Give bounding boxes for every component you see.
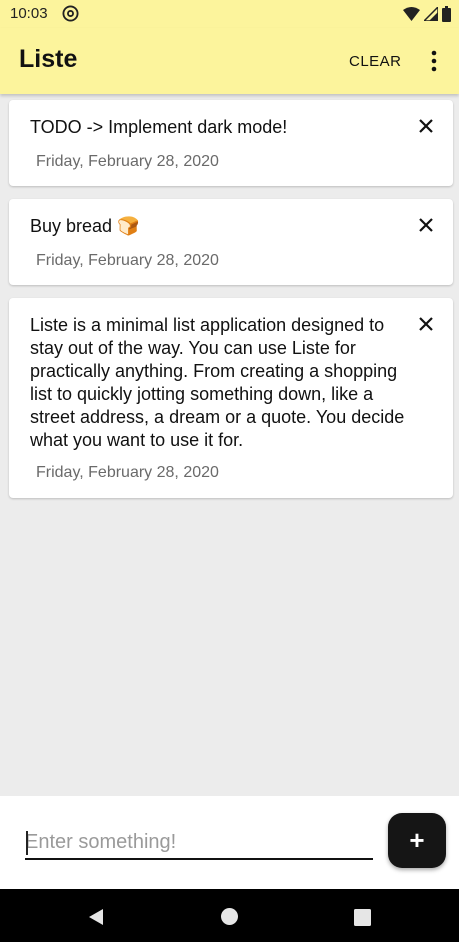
status-bar: 10:03 <box>0 0 459 28</box>
status-time: 10:03 <box>10 5 48 22</box>
clear-button[interactable]: CLEAR <box>345 51 406 72</box>
item-date: Friday, February 28, 2020 <box>36 464 219 481</box>
list-item[interactable]: TODO -> Implement dark mode! Friday, Feb… <box>9 100 453 186</box>
wifi-icon <box>403 7 420 21</box>
list-item[interactable]: Buy bread 🍞 Friday, February 28, 2020 <box>9 199 453 285</box>
at-sign-icon <box>62 5 79 22</box>
item-list[interactable]: TODO -> Implement dark mode! Friday, Feb… <box>4 94 459 796</box>
home-icon[interactable] <box>221 908 238 925</box>
battery-icon <box>442 6 451 22</box>
close-icon[interactable] <box>417 315 435 333</box>
text-caret <box>26 831 28 855</box>
recents-icon[interactable] <box>354 909 371 926</box>
system-nav-bar <box>0 889 459 942</box>
item-text: Buy bread 🍞 <box>30 216 140 236</box>
item-date: Friday, February 28, 2020 <box>36 252 219 269</box>
app-title: Liste <box>19 45 78 73</box>
status-icons <box>403 6 451 22</box>
cell-signal-icon <box>424 7 438 21</box>
back-icon[interactable] <box>87 908 105 926</box>
close-icon[interactable] <box>417 216 435 234</box>
list-item[interactable]: Liste is a minimal list application desi… <box>9 298 453 498</box>
app-bar: Liste CLEAR <box>0 28 459 94</box>
close-icon[interactable] <box>417 117 435 135</box>
entry-input[interactable] <box>25 826 373 860</box>
more-vertical-icon[interactable] <box>428 49 440 73</box>
item-text: Liste is a minimal list application desi… <box>30 315 405 450</box>
item-date: Friday, February 28, 2020 <box>36 153 219 170</box>
add-item-button[interactable]: + <box>388 813 446 868</box>
item-text: TODO -> Implement dark mode! <box>30 117 288 137</box>
